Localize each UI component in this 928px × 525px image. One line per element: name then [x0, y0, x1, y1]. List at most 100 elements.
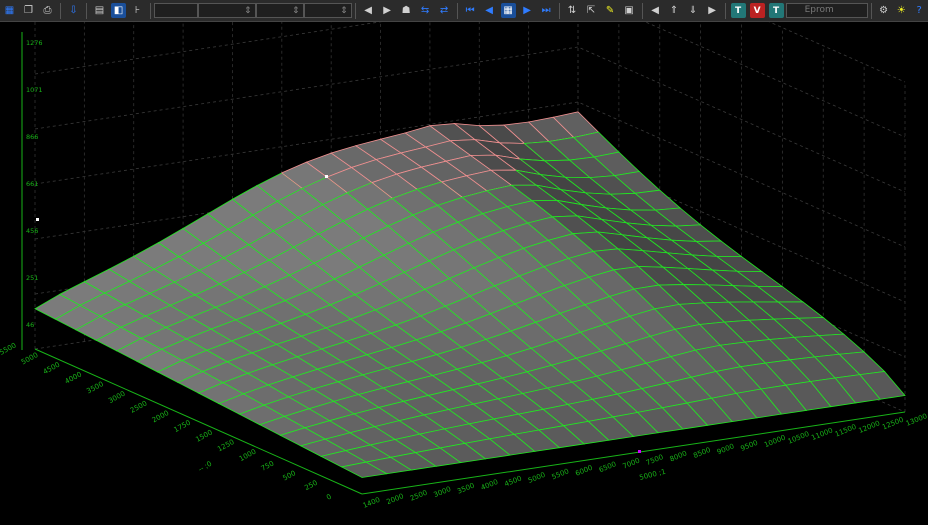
import-icon[interactable]: ⇩: [66, 3, 81, 18]
y-tick-label: 750: [260, 459, 276, 472]
x-tick-label: 5500: [551, 467, 571, 481]
z-tick-label: 456: [26, 227, 38, 235]
toolbar-left: ▦ ❐ ⎙ ⇩ ▤ ◧ ⊦: [0, 0, 147, 22]
z-tick-label: 46: [26, 321, 34, 329]
next-map-icon[interactable]: ▶: [705, 3, 720, 18]
x-tick-label: 10000: [763, 433, 787, 449]
chart-icon[interactable]: ▣: [622, 3, 637, 18]
print-icon[interactable]: ⎙: [40, 3, 55, 18]
axis-icon[interactable]: ⊦: [130, 3, 145, 18]
value-field-a[interactable]: [153, 3, 199, 18]
separator: [60, 2, 61, 19]
surface-marker: [325, 175, 328, 178]
y-tick-label: 5500: [0, 341, 18, 356]
wall-gridline: [34, 22, 906, 138]
bulb-icon[interactable]: ☀: [895, 3, 909, 18]
upload-icon[interactable]: ⇑: [667, 3, 682, 18]
toolbar: ▦ ❐ ⎙ ⇩ ▤ ◧ ⊦ ⇕ ⇕ ⇕ ◀ ▶ ☗ ⇆ ⇄ ⏮ ◀ ▦ ▶ ⏭ …: [0, 0, 928, 22]
tag-t2-icon[interactable]: T: [768, 3, 784, 18]
x-tick-label: 8000: [669, 449, 689, 463]
separator: [354, 2, 356, 19]
surface-chart[interactable]: 4625145666186610711276550050004500400035…: [0, 22, 928, 525]
note-icon[interactable]: ✎: [603, 3, 618, 18]
x-tick-label: 12000: [858, 419, 882, 435]
settings-icon[interactable]: ⚙: [877, 3, 891, 18]
x-tick-label: 1400: [362, 496, 382, 510]
x-tick-label: 9000: [716, 442, 736, 456]
export-icon[interactable]: ⇱: [584, 3, 599, 18]
x-tick-label: 4000: [480, 478, 500, 492]
copy-icon[interactable]: ❐: [21, 3, 36, 18]
separator: [150, 2, 151, 19]
x-tick-label: 4500: [503, 474, 523, 488]
wall-gridline: [768, 22, 906, 83]
x-tick-label: 11500: [834, 423, 858, 439]
x-tick-label: 2000: [385, 492, 405, 506]
y-tick-label: 250: [303, 479, 319, 492]
forward-icon[interactable]: ▶: [520, 3, 535, 18]
download-icon[interactable]: ⇓: [686, 3, 701, 18]
first-icon[interactable]: ⏮: [463, 3, 478, 18]
x-tick-label: 12500: [881, 416, 905, 432]
y-tick-label: 3500: [85, 380, 104, 395]
separator: [86, 2, 87, 19]
grid-icon[interactable]: ▦: [500, 3, 516, 18]
y-tick-label: 5000: [20, 351, 39, 366]
x-tick-label: 6500: [598, 460, 618, 474]
help-icon[interactable]: ?: [912, 3, 926, 18]
y-tick-label: 1750: [173, 419, 192, 434]
x-marker: [638, 450, 641, 453]
x-tick-label: 8500: [692, 446, 712, 460]
prev-icon[interactable]: ◀: [361, 3, 376, 18]
x-tick-label: 6000: [574, 464, 594, 478]
x-tick-label: 11000: [810, 426, 834, 442]
z-tick-label: 1071: [26, 86, 43, 94]
y-tick-label: 1000: [238, 448, 257, 463]
value-field-c[interactable]: ⇕: [255, 3, 304, 18]
y-tick-label: 4500: [42, 361, 61, 376]
y-tick-label: 4000: [64, 370, 83, 385]
toolbar-nav: ◀ ▶ ☗ ⇆ ⇄ ⏮ ◀ ▦ ▶ ⏭ ⇅ ⇱ ✎ ▣ ◀ ⇑ ⇓ ▶ T V …: [359, 0, 786, 22]
separator: [641, 2, 643, 19]
color-select-icon[interactable]: ◧: [111, 3, 126, 18]
separator: [558, 2, 560, 19]
separator: [456, 2, 458, 19]
map-icon[interactable]: ▦: [2, 3, 17, 18]
y-tick-label: 2000: [151, 409, 170, 424]
lock-icon[interactable]: ☗: [399, 3, 414, 18]
last-icon[interactable]: ⏭: [539, 3, 554, 18]
surface-layer: [34, 111, 906, 478]
back-icon[interactable]: ◀: [482, 3, 497, 18]
sort-icon[interactable]: ⇅: [565, 3, 580, 18]
y-axis-title: -- ;0: [197, 460, 213, 474]
tag-t-icon[interactable]: T: [730, 3, 746, 18]
x-tick-label: 3500: [456, 481, 476, 495]
x-tick-label: 7000: [621, 457, 641, 471]
x-tick-label: 3000: [433, 485, 453, 499]
x-tick-label: 7500: [645, 453, 665, 467]
y-tick-label: 1250: [216, 438, 235, 453]
prev-map-icon[interactable]: ◀: [648, 3, 663, 18]
z-tick-label: 866: [26, 133, 38, 141]
separator: [870, 2, 872, 19]
eprom-select[interactable]: Eprom: [785, 3, 868, 18]
next-icon[interactable]: ▶: [380, 3, 395, 18]
z-tick-label: 1276: [26, 39, 43, 47]
value-field-b[interactable]: ⇕: [198, 3, 256, 18]
y-tick-label: 0: [325, 493, 333, 502]
x-axis-title: 5000 ;1: [639, 468, 667, 482]
separator: [724, 2, 726, 19]
value-field-d[interactable]: ⇕: [303, 3, 352, 18]
y-tick-label: 1500: [194, 428, 213, 443]
z-tick-label: 251: [26, 274, 38, 282]
z-tick-label: 661: [26, 180, 38, 188]
x-tick-label: 5000: [527, 471, 547, 485]
z-marker: [36, 218, 39, 221]
x-tick-label: 10500: [787, 430, 811, 446]
tag-v-icon[interactable]: V: [749, 3, 765, 18]
table-view-icon[interactable]: ▤: [92, 3, 107, 18]
x-tick-label: 9500: [739, 439, 759, 453]
compare-icon[interactable]: ⇆: [418, 3, 433, 18]
y-tick-label: 500: [282, 469, 298, 482]
swap-icon[interactable]: ⇄: [437, 3, 452, 18]
